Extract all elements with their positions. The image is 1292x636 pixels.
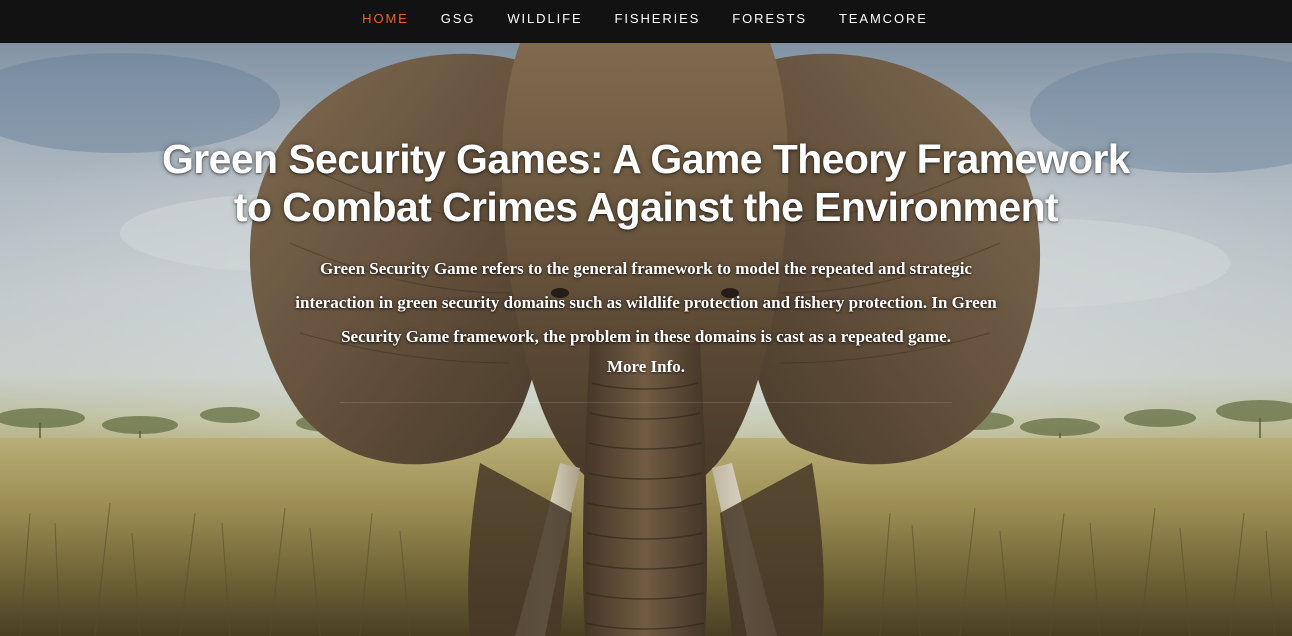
hero-title-line-1: Green Security Games: A Game Theory Fram… [161, 136, 1131, 182]
hero-banner: Green Security Games: A Game Theory Fram… [0, 43, 1292, 636]
more-info-link[interactable]: More Info. [0, 352, 1292, 382]
nav-item-forests[interactable]: FORESTS [716, 0, 823, 25]
nav-item-wildlife[interactable]: WILDLIFE [491, 0, 598, 25]
top-navbar: HOME GSG WILDLIFE FISHERIES FORESTS TEAM… [0, 0, 1292, 43]
nav-item-teamcore[interactable]: TEAMCORE [823, 0, 944, 25]
hero-title-line-2: to Combat Crimes Against the Environment [233, 184, 1059, 230]
nav-item-gsg[interactable]: GSG [425, 0, 492, 25]
hero-title: Green Security Games: A Game Theory Fram… [0, 135, 1292, 231]
nav-menu: HOME GSG WILDLIFE FISHERIES FORESTS TEAM… [346, 0, 944, 25]
page: HOME GSG WILDLIFE FISHERIES FORESTS TEAM… [0, 0, 1292, 636]
nav-item-home[interactable]: HOME [346, 0, 425, 25]
hero-divider [340, 402, 952, 403]
nav-item-fisheries[interactable]: FISHERIES [599, 0, 717, 25]
hero-description: Green Security Game refers to the genera… [295, 259, 997, 346]
